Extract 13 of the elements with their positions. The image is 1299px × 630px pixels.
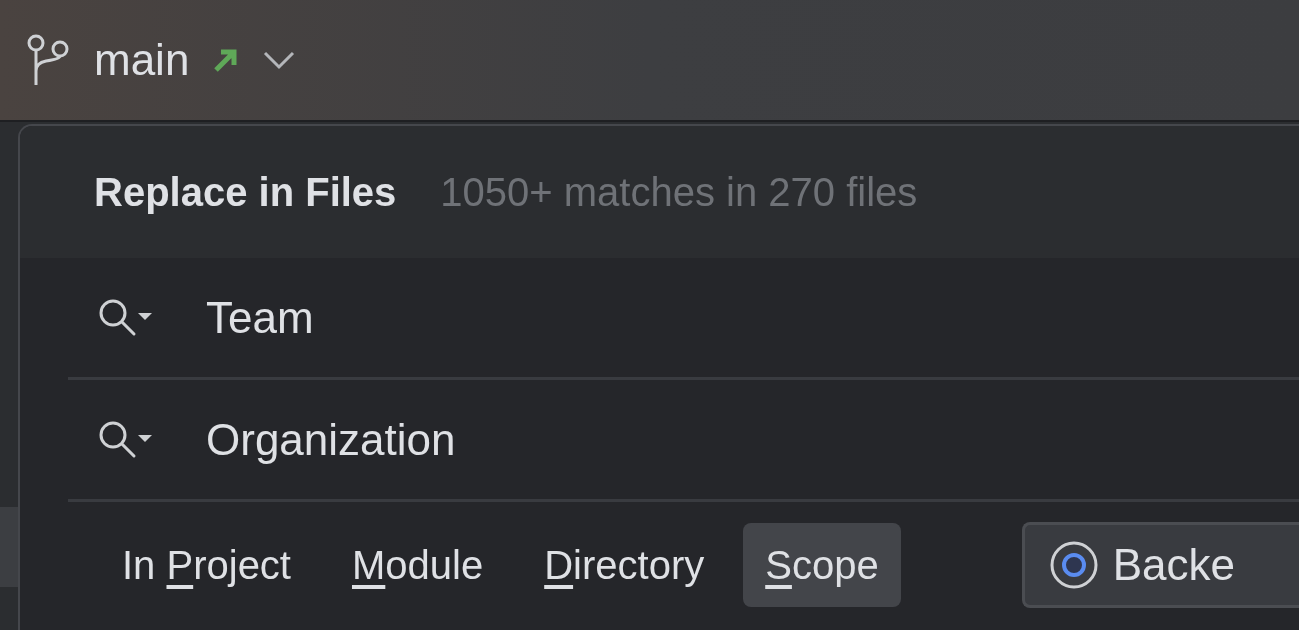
scope-tab[interactable]: Module [330, 523, 506, 607]
match-summary: 1050+ matches in 270 files [440, 169, 918, 216]
scope-tab[interactable]: Scope [743, 523, 901, 607]
scope-tab[interactable]: In Project [100, 523, 313, 607]
replace-field[interactable]: Organization [206, 406, 1299, 473]
radio-icon [1048, 540, 1099, 590]
scope-dropdown[interactable]: Backe [1021, 522, 1299, 608]
dialog-title: Replace in Files [94, 169, 397, 216]
search-field[interactable]: Team [206, 284, 1299, 351]
chevron-down-icon [263, 50, 296, 70]
scope-tab[interactable]: Directory [522, 523, 727, 607]
branch-selector[interactable]: main [94, 27, 296, 93]
branch-icon [26, 33, 70, 87]
